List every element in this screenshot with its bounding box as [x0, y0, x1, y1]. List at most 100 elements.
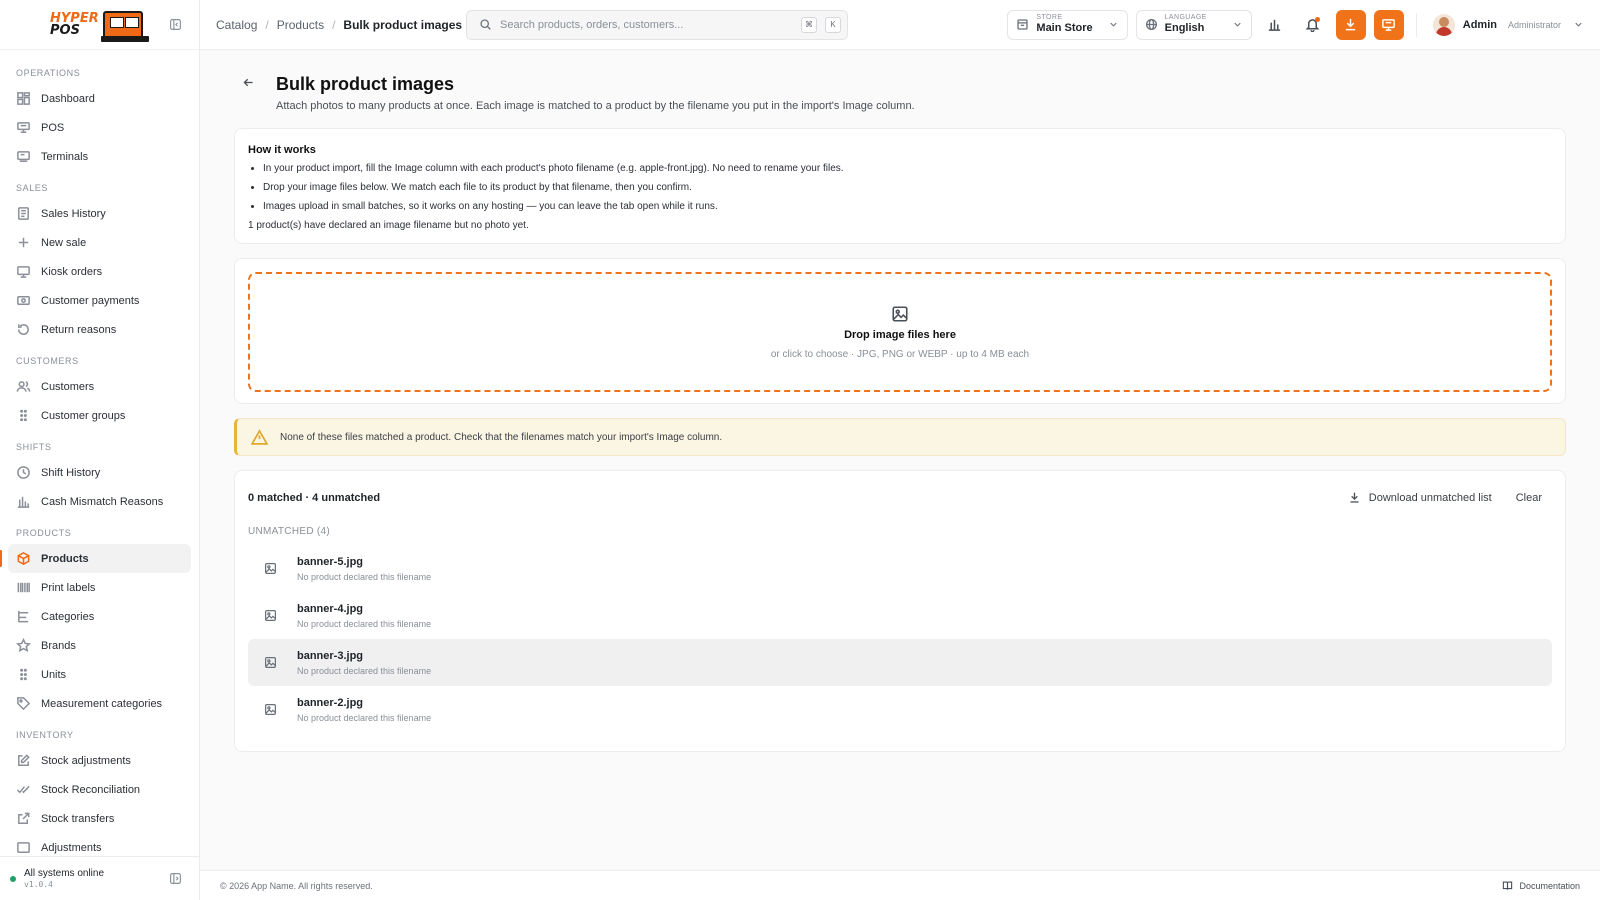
nav-group-inventory: INVENTORY Stock adjustments Stock Reconc…	[8, 726, 191, 856]
brand-logo[interactable]: HYPER POS	[50, 10, 149, 42]
dropzone-hint: or click to choose · JPG, PNG or WEBP · …	[770, 348, 1030, 360]
sidebar-item-label: Sales History	[41, 207, 106, 220]
pending-images-note: 1 product(s) have declared an image file…	[248, 220, 529, 231]
download-unmatched-button[interactable]: Download unmatched list	[1348, 491, 1492, 504]
unmatched-file-row[interactable]: banner-3.jpg No product declared this fi…	[248, 639, 1552, 686]
kiosk-icon	[17, 266, 30, 278]
sidebar-item-adjustments[interactable]: Adjustments	[8, 833, 191, 856]
unmatched-file-row[interactable]: banner-4.jpg No product declared this fi…	[248, 592, 1552, 639]
sidebar-item-customer-payments[interactable]: Customer payments	[8, 286, 191, 315]
arrow-left-icon	[243, 78, 253, 87]
user-role: Administrator	[1507, 19, 1561, 30]
store-select-value: Main Store	[1036, 22, 1093, 34]
store-select-label: STORE	[1036, 14, 1063, 21]
sidebar-item-label: Customers	[41, 380, 95, 393]
top-bar: Catalog / Products / Bulk product images…	[200, 0, 1600, 50]
sidebar-item-dashboard[interactable]: Dashboard	[8, 84, 191, 113]
clear-button[interactable]: Clear	[1516, 492, 1542, 504]
download-button[interactable]	[1335, 9, 1366, 40]
sidebar-item-stock-adjustments[interactable]: Stock adjustments	[8, 746, 191, 775]
warning-text: None of these files matched a product. C…	[280, 431, 723, 443]
pos-icon	[17, 122, 30, 133]
user-menu[interactable]: Admin Administrator	[1429, 13, 1584, 36]
how-it-works-step: Drop your image files below. We match ea…	[263, 178, 1552, 197]
sidebar-item-customers[interactable]: Customers	[8, 372, 191, 401]
divider	[1415, 12, 1417, 37]
sidebar-item-label: Stock transfers	[41, 812, 115, 825]
global-search[interactable]: ⌘ K	[466, 9, 848, 40]
sidebar-item-return-reasons[interactable]: Return reasons	[8, 315, 191, 344]
sidebar-item-stock-reconciliation[interactable]: Stock Reconciliation	[8, 775, 191, 804]
sidebar-item-label: Dashboard	[41, 92, 95, 105]
sidebar-item-measurement-categories[interactable]: Measurement categories	[8, 689, 191, 718]
sidebar-item-print-labels[interactable]: Print labels	[8, 573, 191, 602]
documentation-link[interactable]: Documentation	[1502, 880, 1580, 891]
language-select[interactable]: LANGUAGE English	[1135, 9, 1252, 40]
copyright: © 2026 App Name. All rights reserved.	[220, 880, 373, 891]
store-icon	[1017, 19, 1029, 30]
nav-group-customers: CUSTOMERS Customers Customer groups	[8, 352, 191, 430]
sidebar-item-kiosk-orders[interactable]: Kiosk orders	[8, 257, 191, 286]
clock-icon	[17, 466, 30, 479]
grip-icon	[20, 668, 27, 681]
nav-section-title: SALES	[16, 183, 49, 193]
image-dropzone[interactable]: Drop image files here or click to choose…	[248, 272, 1552, 392]
file-name: banner-2.jpg	[297, 697, 364, 709]
app-version: v1.0.4	[24, 880, 53, 889]
nav-group-sales: SALES Sales History New sale Kiosk order…	[8, 179, 191, 344]
notifications-button[interactable]	[1298, 10, 1328, 40]
sidebar-collapse-icon[interactable]	[167, 17, 183, 33]
results-actions: Download unmatched list Clear	[1348, 491, 1552, 504]
image-icon	[265, 563, 276, 574]
sidebar-item-terminals[interactable]: Terminals	[8, 142, 191, 171]
sidebar-item-label: Stock adjustments	[41, 754, 131, 767]
reports-button[interactable]	[1260, 10, 1290, 40]
breadcrumb-catalog[interactable]: Catalog	[216, 18, 257, 32]
breadcrumb-products[interactable]: Products	[277, 18, 324, 32]
nav-group-operations: OPERATIONS Dashboard POS Terminals	[8, 64, 191, 171]
nav-section-title: SHIFTS	[16, 442, 52, 452]
sidebar-item-new-sale[interactable]: New sale	[8, 228, 191, 257]
unmatched-file-row[interactable]: banner-2.jpg No product declared this fi…	[248, 686, 1552, 733]
sidebar-item-units[interactable]: Units	[8, 660, 191, 689]
tree-icon	[18, 610, 29, 623]
box-icon	[17, 552, 30, 565]
nav-section-title: CUSTOMERS	[16, 356, 79, 366]
sidebar-item-sales-history[interactable]: Sales History	[8, 199, 191, 228]
nav-section-title: INVENTORY	[16, 730, 74, 740]
status-text: All systems online	[24, 868, 105, 879]
sidebar-item-customer-groups[interactable]: Customer groups	[8, 401, 191, 430]
sidebar-item-cash-mismatch-reasons[interactable]: Cash Mismatch Reasons	[8, 487, 191, 516]
match-results-card: 0 matched · 4 unmatched Download unmatch…	[234, 470, 1566, 752]
page-subtitle: Attach photos to many products at once. …	[276, 100, 915, 112]
back-button[interactable]	[242, 76, 258, 92]
sidebar-item-categories[interactable]: Categories	[8, 602, 191, 631]
sidebar-item-stock-transfers[interactable]: Stock transfers	[8, 804, 191, 833]
status-online-dot	[10, 876, 16, 882]
page-header: Bulk product images Attach photos to man…	[234, 72, 1566, 112]
barcode-icon	[17, 582, 30, 593]
sidebar-item-label: Kiosk orders	[41, 265, 103, 278]
sidebar-item-label: Measurement categories	[41, 697, 163, 710]
sidebar-item-shift-history[interactable]: Shift History	[8, 458, 191, 487]
sidebar-item-label: Brands	[41, 639, 76, 652]
download-icon	[1350, 492, 1359, 503]
avatar	[1432, 13, 1455, 36]
sidebar-item-brands[interactable]: Brands	[8, 631, 191, 660]
sidebar-item-pos[interactable]: POS	[8, 113, 191, 142]
no-match-warning: None of these files matched a product. C…	[234, 418, 1566, 456]
chevron-down-icon	[1110, 22, 1117, 27]
open-pos-button[interactable]	[1373, 9, 1404, 40]
search-input[interactable]	[500, 18, 793, 31]
sidebar-item-label: Shift History	[41, 466, 101, 479]
nav-section-title: OPERATIONS	[16, 68, 81, 78]
file-name: banner-4.jpg	[297, 603, 364, 615]
how-it-works-step: Images upload in small batches, so it wo…	[263, 197, 1552, 216]
breadcrumb-separator: /	[265, 17, 269, 32]
main-content: Bulk product images Attach photos to man…	[200, 50, 1600, 870]
sidebar-item-products[interactable]: Products	[0, 544, 191, 573]
store-select[interactable]: STORE Main Store	[1007, 9, 1128, 40]
sidebar-toggle-icon[interactable]	[167, 871, 183, 887]
unmatched-file-row[interactable]: banner-5.jpg No product declared this fi…	[248, 545, 1552, 592]
shortcut-k-key: K	[825, 16, 841, 33]
